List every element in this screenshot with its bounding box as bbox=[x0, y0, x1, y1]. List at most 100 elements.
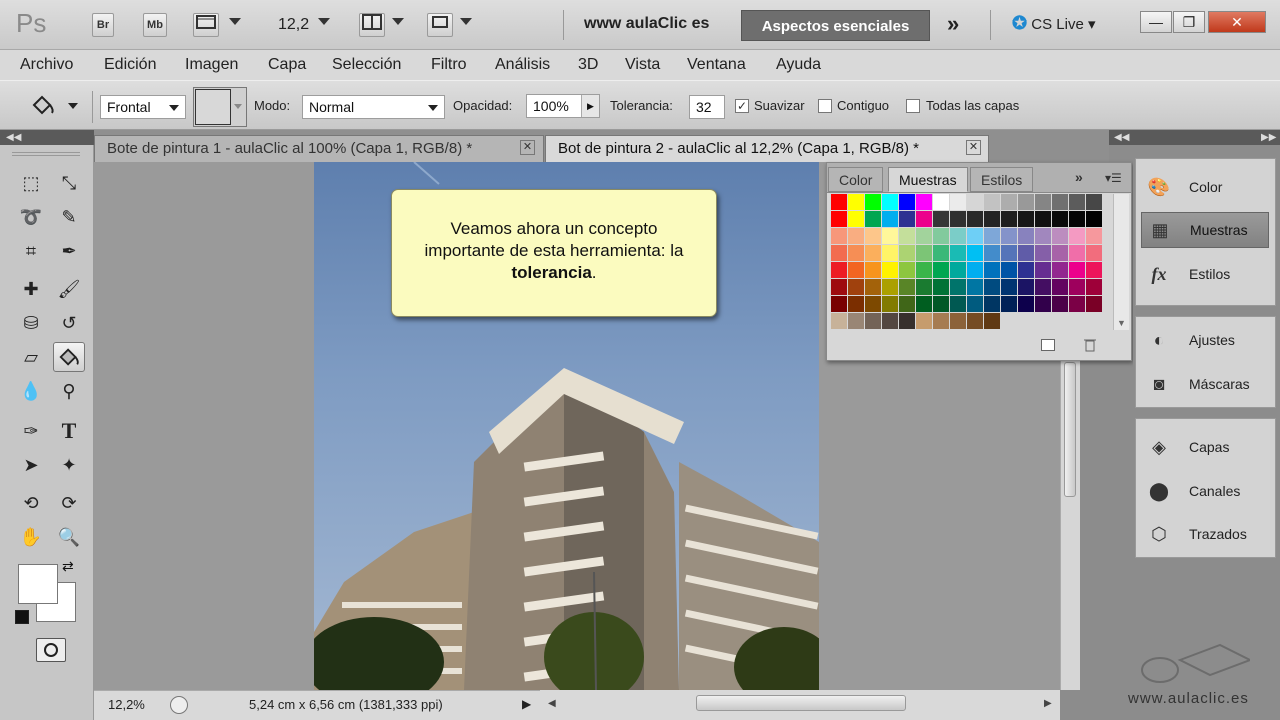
color-swatch[interactable] bbox=[848, 245, 864, 261]
color-swatch[interactable] bbox=[882, 194, 898, 210]
color-swatch[interactable] bbox=[882, 228, 898, 244]
horizontal-scrollbar[interactable]: ◀ ▶ bbox=[540, 690, 1060, 720]
color-swatch[interactable] bbox=[984, 313, 1000, 329]
scroll-down-icon[interactable]: ▼ bbox=[1117, 318, 1126, 328]
all-layers-checkbox[interactable] bbox=[906, 99, 920, 113]
color-swatch[interactable] bbox=[831, 228, 847, 244]
color-swatch[interactable] bbox=[1018, 228, 1034, 244]
tolerance-input[interactable]: 32 bbox=[689, 95, 725, 119]
brush-tool-icon[interactable]: 🖌 bbox=[53, 274, 85, 304]
tab-styles[interactable]: Estilos bbox=[970, 167, 1034, 192]
close-tab-icon[interactable]: ✕ bbox=[966, 140, 981, 155]
color-swatch[interactable] bbox=[916, 245, 932, 261]
more-workspaces-icon[interactable]: » bbox=[947, 11, 959, 37]
color-swatch[interactable] bbox=[865, 279, 881, 295]
panel-scrollbar[interactable]: ▼ bbox=[1113, 194, 1129, 330]
color-swatch[interactable] bbox=[1018, 245, 1034, 261]
color-swatch[interactable] bbox=[984, 228, 1000, 244]
scroll-right-icon[interactable]: ▶ bbox=[1044, 698, 1052, 709]
color-swatch[interactable] bbox=[950, 279, 966, 295]
color-swatch[interactable] bbox=[1001, 279, 1017, 295]
color-swatch[interactable] bbox=[916, 211, 932, 227]
color-swatch[interactable] bbox=[865, 228, 881, 244]
color-swatch[interactable] bbox=[916, 228, 932, 244]
pattern-picker[interactable] bbox=[193, 87, 247, 127]
view-extras-button[interactable] bbox=[193, 13, 219, 37]
color-swatch[interactable] bbox=[831, 313, 847, 329]
antialias-checkbox[interactable]: ✓ bbox=[735, 99, 749, 113]
color-swatch[interactable] bbox=[848, 228, 864, 244]
3d-orbit-tool-icon[interactable]: ⟳ bbox=[53, 488, 85, 518]
color-swatch[interactable] bbox=[984, 296, 1000, 312]
color-swatch[interactable] bbox=[933, 245, 949, 261]
menu-imagen[interactable]: Imagen bbox=[185, 56, 238, 74]
color-swatch[interactable] bbox=[1018, 194, 1034, 210]
color-swatch[interactable] bbox=[916, 313, 932, 329]
workspace-switcher[interactable]: Aspectos esenciales bbox=[741, 10, 930, 41]
color-swatch[interactable] bbox=[933, 211, 949, 227]
quick-mask-button[interactable] bbox=[36, 638, 66, 662]
cs-live-button[interactable]: ✪ CS Live ▾ bbox=[1012, 13, 1096, 34]
color-swatch[interactable] bbox=[950, 262, 966, 278]
color-swatch[interactable] bbox=[899, 245, 915, 261]
collapse-toolbox-icon[interactable]: ◀◀ bbox=[0, 130, 94, 145]
color-swatch[interactable] bbox=[831, 296, 847, 312]
close-button[interactable]: ✕ bbox=[1208, 11, 1266, 33]
collapse-dock-icon[interactable]: ▶▶ bbox=[1133, 130, 1280, 145]
color-swatch[interactable] bbox=[899, 228, 915, 244]
mini-bridge-button[interactable]: Mb bbox=[143, 13, 167, 37]
color-swatch[interactable] bbox=[1069, 245, 1085, 261]
color-swatch[interactable] bbox=[1052, 194, 1068, 210]
dock-item-masks[interactable]: ◙ Máscaras bbox=[1141, 366, 1269, 402]
tab-document-2[interactable]: Bot de pintura 2 - aulaClic al 12,2% (Ca… bbox=[545, 135, 989, 162]
color-swatch[interactable] bbox=[899, 279, 915, 295]
new-swatch-icon[interactable] bbox=[1041, 339, 1055, 351]
chevron-right-icon[interactable]: ▶ bbox=[581, 95, 599, 117]
color-swatch[interactable] bbox=[933, 279, 949, 295]
color-swatch[interactable] bbox=[899, 313, 915, 329]
color-swatch[interactable] bbox=[950, 313, 966, 329]
move-tool-icon[interactable]: ⤡ bbox=[53, 168, 85, 198]
clone-stamp-tool-icon[interactable]: ⛁ bbox=[15, 308, 47, 338]
color-swatch[interactable] bbox=[899, 296, 915, 312]
color-swatch[interactable] bbox=[831, 262, 847, 278]
paint-bucket-tool-icon[interactable] bbox=[53, 342, 85, 372]
color-swatch[interactable] bbox=[967, 313, 983, 329]
color-swatch[interactable] bbox=[882, 245, 898, 261]
path-selection-tool-icon[interactable]: ➤ bbox=[15, 450, 47, 480]
bridge-button[interactable]: Br bbox=[92, 13, 114, 37]
chevron-down-icon[interactable] bbox=[392, 18, 404, 25]
dock-item-color[interactable]: 🎨 Color bbox=[1141, 169, 1269, 205]
color-swatch[interactable] bbox=[899, 194, 915, 210]
color-swatch[interactable] bbox=[1086, 279, 1102, 295]
dock-item-styles[interactable]: fx Estilos bbox=[1141, 256, 1269, 292]
menu-filtro[interactable]: Filtro bbox=[431, 56, 467, 74]
dock-item-channels[interactable]: ⬤ Canales bbox=[1141, 473, 1269, 509]
color-swatch[interactable] bbox=[916, 262, 932, 278]
color-swatch[interactable] bbox=[865, 262, 881, 278]
fill-source-select[interactable]: Frontal bbox=[100, 95, 186, 119]
chevron-down-icon[interactable] bbox=[229, 18, 241, 25]
color-swatch[interactable] bbox=[1069, 194, 1085, 210]
menu-capa[interactable]: Capa bbox=[268, 56, 306, 74]
color-swatch[interactable] bbox=[882, 279, 898, 295]
color-swatch[interactable] bbox=[1086, 211, 1102, 227]
color-swatch[interactable] bbox=[831, 245, 847, 261]
menu-seleccion[interactable]: Selección bbox=[332, 56, 401, 74]
dock-item-paths[interactable]: ⬡ Trazados bbox=[1141, 516, 1269, 552]
color-swatch[interactable] bbox=[1001, 228, 1017, 244]
restore-button[interactable]: ❐ bbox=[1173, 11, 1205, 33]
status-menu-arrow-icon[interactable]: ▶ bbox=[522, 697, 531, 711]
color-swatch[interactable] bbox=[984, 211, 1000, 227]
color-swatch[interactable] bbox=[933, 296, 949, 312]
pen-tool-icon[interactable]: ✑ bbox=[15, 416, 47, 446]
color-swatch[interactable] bbox=[933, 194, 949, 210]
menu-archivo[interactable]: Archivo bbox=[20, 56, 73, 74]
color-swatch[interactable] bbox=[899, 211, 915, 227]
chevron-down-icon[interactable] bbox=[460, 18, 472, 25]
color-swatch[interactable] bbox=[1001, 211, 1017, 227]
color-swatch[interactable] bbox=[1052, 279, 1068, 295]
dock-item-adjustments[interactable]: ◐ Ajustes bbox=[1141, 322, 1269, 358]
color-swatch[interactable] bbox=[1086, 194, 1102, 210]
color-swatch[interactable] bbox=[967, 262, 983, 278]
